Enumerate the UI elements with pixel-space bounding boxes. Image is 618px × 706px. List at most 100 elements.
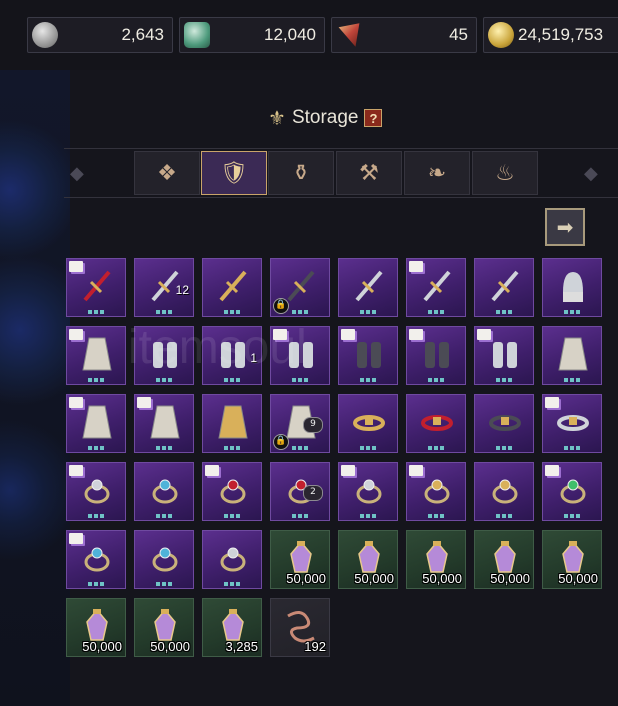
socket-gem [360, 514, 364, 518]
help-button[interactable]: ? [364, 109, 383, 127]
inventory-slot[interactable]: 192 [270, 598, 330, 657]
inventory-slot[interactable] [66, 462, 126, 521]
inventory-slot[interactable] [202, 258, 262, 317]
socket-gem [428, 310, 432, 314]
socket-gem [236, 446, 240, 450]
inventory-slot[interactable]: 2 [270, 462, 330, 521]
transfer-button[interactable]: ➡ [545, 208, 585, 246]
inventory-slot[interactable] [66, 530, 126, 589]
inventory-slot[interactable]: 12 [134, 258, 194, 317]
tab-all[interactable]: ❖ [134, 151, 200, 195]
inventory-slot[interactable]: 1 [202, 326, 262, 385]
inventory-slot[interactable] [474, 462, 534, 521]
item-quantity: 50,000 [422, 571, 462, 586]
inventory-slot[interactable] [134, 462, 194, 521]
inventory-slot[interactable] [202, 462, 262, 521]
inventory-slot[interactable] [474, 394, 534, 453]
inventory-slot[interactable] [338, 258, 398, 317]
inventory-slot[interactable]: 50,000 [270, 530, 330, 589]
inventory-slot[interactable]: 🔒 9 [270, 394, 330, 453]
socket-gem [88, 582, 92, 586]
inventory-slot[interactable] [338, 394, 398, 453]
inventory-slot[interactable] [542, 258, 602, 317]
inventory-slot[interactable] [270, 326, 330, 385]
socket-indicators [564, 310, 580, 314]
socket-gem [502, 514, 506, 518]
fur-armor-icon [82, 337, 112, 371]
socket-indicators [156, 446, 172, 450]
book-icon [69, 261, 83, 272]
inventory-slot[interactable] [202, 530, 262, 589]
inventory-slot[interactable] [474, 326, 534, 385]
item-quantity: 50,000 [150, 639, 190, 654]
socket-indicators [496, 446, 512, 450]
inventory-slot[interactable] [406, 462, 466, 521]
socket-gem [360, 446, 364, 450]
inventory-slot[interactable] [66, 258, 126, 317]
arrow-right-icon: ➡ [556, 215, 574, 239]
item-quantity: 50,000 [286, 571, 326, 586]
socket-gem [372, 310, 376, 314]
socket-gem [304, 514, 308, 518]
socket-gem [434, 446, 438, 450]
inventory-slot[interactable]: 50,000 [406, 530, 466, 589]
inventory-slot[interactable] [134, 394, 194, 453]
tab-misc[interactable]: ♨ [472, 151, 538, 195]
socket-gem [100, 310, 104, 314]
socket-gem [168, 514, 172, 518]
inventory-slot[interactable] [406, 258, 466, 317]
inventory-slot[interactable] [338, 326, 398, 385]
inventory-slot[interactable]: 50,000 [338, 530, 398, 589]
inventory-slot[interactable] [542, 462, 602, 521]
socket-gem [88, 446, 92, 450]
diamond-ring-icon [356, 479, 382, 504]
item-quantity: 50,000 [490, 571, 530, 586]
gold-coin-icon [488, 22, 514, 48]
inventory-slot[interactable]: 3,285 [202, 598, 262, 657]
socket-gem [298, 378, 302, 382]
inventory-slot[interactable]: 50,000 [542, 530, 602, 589]
socket-gem [502, 310, 506, 314]
tab-equipment[interactable]: 🛡 [201, 151, 267, 195]
emerald-ring-icon [560, 479, 586, 504]
inventory-slot[interactable]: 50,000 [474, 530, 534, 589]
inventory-slot[interactable] [338, 462, 398, 521]
inventory-slot[interactable] [406, 326, 466, 385]
socket-gem [230, 582, 234, 586]
socket-gem [292, 514, 296, 518]
socket-gem [94, 582, 98, 586]
socket-gem [440, 378, 444, 382]
socket-gem [224, 446, 228, 450]
currency-crystal: 12,040 [179, 17, 325, 53]
inventory-slot[interactable]: 50,000 [66, 598, 126, 657]
currency-bar: 2,643 12,040 45 24,519,753 [0, 0, 618, 70]
book-icon [545, 397, 559, 408]
inventory-slot[interactable] [406, 394, 466, 453]
inventory-slot[interactable] [542, 394, 602, 453]
leaf-icon: ❧ [427, 160, 447, 186]
silver-ring-icon [84, 479, 110, 504]
left-ornament-icon: ◆ [70, 163, 84, 184]
socket-gem [100, 514, 104, 518]
inventory-slot[interactable] [66, 326, 126, 385]
socket-gem [94, 378, 98, 382]
socket-gem [496, 310, 500, 314]
grid-icon: ❖ [157, 160, 177, 186]
inventory-slot[interactable] [66, 394, 126, 453]
socket-indicators [156, 514, 172, 518]
inventory-slot[interactable] [202, 394, 262, 453]
socket-indicators [496, 514, 512, 518]
tab-consumables[interactable]: ⚱ [268, 151, 334, 195]
tab-crafting[interactable]: ⚒ [336, 151, 402, 195]
tab-materials[interactable]: ❧ [404, 151, 470, 195]
socket-indicators [428, 446, 444, 450]
inventory-slot[interactable] [542, 326, 602, 385]
inventory-slot[interactable] [134, 530, 194, 589]
inventory-slot[interactable]: 🔒 [270, 258, 330, 317]
socket-gem [564, 514, 568, 518]
inventory-slot[interactable] [474, 258, 534, 317]
socket-gem [502, 446, 506, 450]
inventory-slot[interactable] [134, 326, 194, 385]
inventory-slot[interactable]: 50,000 [134, 598, 194, 657]
socket-indicators [224, 378, 240, 382]
